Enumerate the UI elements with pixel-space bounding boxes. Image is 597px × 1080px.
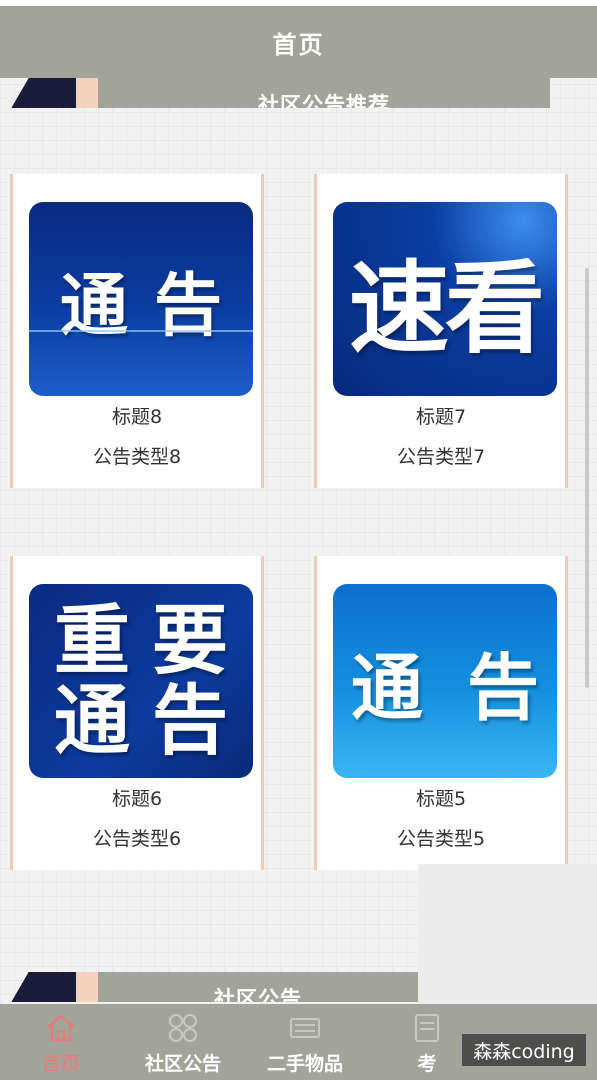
announcement-card[interactable]: 重要通告 标题6 公告类型6	[10, 556, 264, 870]
grid-icon	[169, 1014, 197, 1042]
section-decoration	[76, 78, 98, 108]
keyboard-icon	[290, 1018, 320, 1038]
section-header-recommend: 社区公告推荐	[98, 78, 550, 108]
announcement-image: 通告	[29, 202, 253, 396]
card-type: 公告类型7	[396, 446, 486, 468]
card-type: 公告类型8	[92, 446, 182, 468]
section-header-announcements: 社区公告	[98, 972, 418, 1002]
image-caption: 重要通告	[54, 596, 228, 765]
home-icon	[47, 1014, 75, 1042]
tab-label: 二手物品	[266, 1053, 343, 1075]
card-type: 公告类型6	[92, 828, 182, 850]
tab-announcements[interactable]: 社区公告	[122, 1004, 244, 1080]
page-title: 首页	[0, 6, 597, 78]
image-caption: 通告	[59, 265, 223, 346]
announcement-image: 重要通告	[29, 584, 253, 778]
tab-label: 考	[417, 1053, 437, 1075]
scrollbar[interactable]	[585, 268, 589, 688]
section-title: 社区公告推荐	[258, 93, 390, 109]
image-caption: 速看	[349, 248, 545, 367]
announcement-card[interactable]: 通告 标题5 公告类型5	[314, 556, 568, 870]
announcement-image: 通告	[333, 584, 557, 778]
image-caption: 通告	[350, 644, 540, 730]
section-title: 社区公告	[214, 987, 302, 1003]
card-type: 公告类型5	[396, 828, 486, 850]
announcement-card[interactable]: 通告 标题8 公告类型8	[10, 174, 264, 488]
card-title: 标题7	[415, 406, 467, 428]
card-title: 标题5	[415, 788, 467, 810]
tab-label: 首页	[41, 1053, 80, 1075]
tab-label: 社区公告	[144, 1053, 221, 1075]
document-icon	[415, 1014, 439, 1042]
tab-secondhand[interactable]: 二手物品	[244, 1004, 366, 1080]
section-decoration	[76, 972, 98, 1002]
watermark-label: 森森coding	[462, 1034, 586, 1066]
announcement-card[interactable]: 速看 标题7 公告类型7	[314, 174, 568, 488]
tab-home[interactable]: 首页	[0, 1004, 122, 1080]
card-title: 标题8	[111, 406, 163, 428]
card-title: 标题6	[111, 788, 163, 810]
announcement-image: 速看	[333, 202, 557, 396]
